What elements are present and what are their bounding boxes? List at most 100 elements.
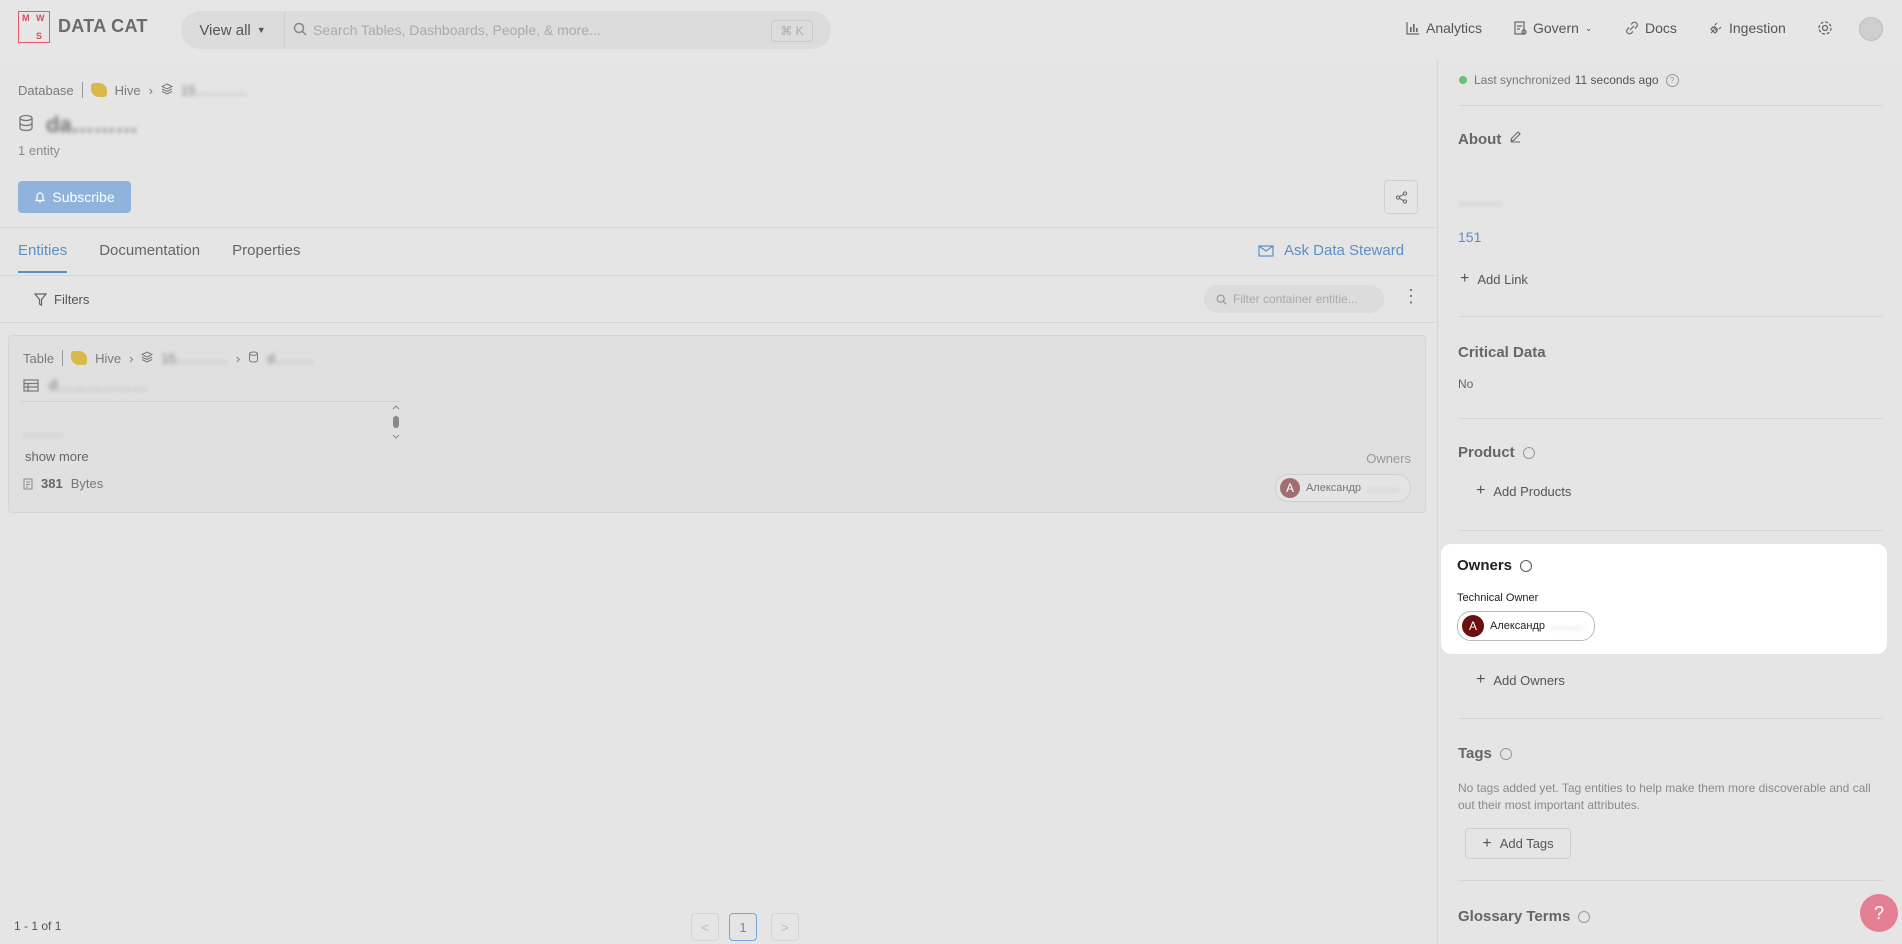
share-button[interactable] <box>1384 180 1418 214</box>
breadcrumb-database[interactable]: Database <box>18 83 74 98</box>
sync-value: 11 seconds ago <box>1574 73 1659 87</box>
more-options-icon[interactable]: ⋮ <box>1402 286 1420 307</box>
entity-name: d……………… <box>49 377 148 394</box>
divider <box>1458 530 1883 531</box>
tags-heading: Tags <box>1458 745 1492 762</box>
add-tags-label: Add Tags <box>1499 836 1554 851</box>
search-shortcut-badge: ⌘ K <box>771 20 813 42</box>
logo-letter-s: S <box>36 31 43 41</box>
breadcrumb-schema[interactable]: 15………… <box>181 83 247 98</box>
database-icon <box>248 351 259 366</box>
table-icon <box>23 379 39 392</box>
edit-pencil-icon[interactable] <box>1509 130 1522 148</box>
divider <box>0 275 1436 276</box>
file-size-icon <box>23 478 33 489</box>
tab-documentation[interactable]: Documentation <box>99 242 200 273</box>
entity-size: 381 Bytes <box>23 476 103 491</box>
filters-button[interactable]: Filters <box>34 292 89 307</box>
chevron-right-icon: › <box>235 350 241 366</box>
top-bar: M W S DATA CAT View all ▼ ⌘ K Analytics … <box>0 0 1902 60</box>
plus-icon: + <box>1482 834 1492 852</box>
divider <box>1458 880 1883 881</box>
nav-ingestion[interactable]: Ingestion <box>1709 20 1786 36</box>
nav-analytics[interactable]: Analytics <box>1406 20 1482 36</box>
entity-card[interactable]: Table Hive › 15………… › d……… d……………… ……… s… <box>8 335 1426 513</box>
filter-container-input[interactable]: Filter container entitie... <box>1204 285 1384 313</box>
entity-count: 1 entity <box>18 143 60 158</box>
ask-data-steward-button[interactable]: Ask Data Steward <box>1258 242 1404 259</box>
user-avatar[interactable] <box>1859 17 1883 41</box>
divider <box>1458 418 1883 419</box>
critical-data-value: No <box>1458 377 1474 391</box>
nav-docs[interactable]: Docs <box>1625 20 1677 36</box>
plus-icon: + <box>1460 270 1470 287</box>
breadcrumb-service[interactable]: Hive <box>115 83 141 98</box>
share-icon <box>1395 190 1407 204</box>
clock-icon <box>1522 446 1535 459</box>
hive-icon <box>90 83 107 97</box>
show-more-link[interactable]: show more <box>25 449 89 464</box>
resize-handle[interactable] <box>391 404 401 440</box>
brand-logo[interactable]: M W S <box>18 11 50 43</box>
help-circle-icon[interactable]: ? <box>1665 73 1679 87</box>
technical-owner-chip[interactable]: A Александр ……… <box>1457 611 1596 641</box>
add-products-button[interactable]: + Add Products <box>1476 482 1571 500</box>
tab-properties[interactable]: Properties <box>232 242 300 273</box>
pagination-next-button[interactable]: > <box>771 913 799 941</box>
nav-govern[interactable]: Govern ⌄ <box>1514 20 1592 36</box>
plus-icon: + <box>1476 671 1486 688</box>
settings-gear-icon[interactable] <box>1817 20 1833 41</box>
hive-icon <box>71 351 88 365</box>
owner-chip[interactable]: A Александр ……… <box>1274 474 1411 502</box>
brand-name[interactable]: DATA CAT <box>58 16 148 37</box>
glossary-terms-heading: Glossary Terms <box>1458 908 1571 925</box>
pagination-page-1[interactable]: 1 <box>729 913 757 941</box>
sync-status: Last synchronized 11 seconds ago ? <box>1459 73 1679 87</box>
divider <box>21 401 401 402</box>
add-tags-button[interactable]: + Add Tags <box>1465 828 1571 859</box>
entity-schema[interactable]: 15………… <box>161 351 227 366</box>
chevron-down-icon: ⌄ <box>1584 22 1593 33</box>
divider <box>0 227 1436 228</box>
nav-analytics-label: Analytics <box>1426 20 1483 36</box>
link-icon <box>1626 21 1638 35</box>
logo-letter-w: W <box>36 13 45 23</box>
divider <box>1458 316 1883 317</box>
entity-breadcrumb: Table Hive › 15………… › d……… <box>23 350 313 366</box>
pagination-prev-button[interactable]: < <box>691 913 719 941</box>
bar-chart-icon <box>1406 22 1419 35</box>
tags-empty-text: No tags added yet. Tag entities to help … <box>1458 781 1871 812</box>
critical-data-heading: Critical Data <box>1458 344 1546 361</box>
add-products-label: Add Products <box>1493 483 1572 499</box>
divider <box>0 322 1436 323</box>
owner-surname: ……… <box>1367 482 1400 494</box>
owners-section-header: Owners <box>1457 557 1533 574</box>
add-owners-button[interactable]: + Add Owners <box>1476 671 1565 689</box>
nav-govern-label: Govern <box>1533 20 1579 36</box>
plug-icon <box>1710 22 1722 34</box>
global-search: View all ▼ ⌘ K <box>181 11 831 49</box>
about-link[interactable]: 151 <box>1458 229 1481 245</box>
add-link-button[interactable]: + Add Link <box>1460 270 1528 288</box>
entity-type: Table <box>23 350 55 366</box>
breadcrumb-separator <box>62 350 64 366</box>
logo-letter-m: M <box>22 13 30 23</box>
search-icon <box>1216 294 1227 305</box>
sync-status-dot <box>1459 76 1467 84</box>
size-value: 381 <box>41 476 63 491</box>
entity-database[interactable]: d……… <box>267 351 313 366</box>
search-input[interactable] <box>311 21 735 39</box>
entity-title[interactable]: d……………… <box>23 377 147 394</box>
entity-service[interactable]: Hive <box>95 351 121 366</box>
help-button[interactable]: ? <box>1860 894 1898 932</box>
view-all-dropdown[interactable]: View all ▼ <box>181 11 285 49</box>
database-icon <box>18 114 34 137</box>
divider <box>1458 105 1883 106</box>
nav-docs-label: Docs <box>1645 20 1677 36</box>
search-icon <box>293 22 307 41</box>
subscribe-button[interactable]: Subscribe <box>18 181 131 213</box>
breadcrumb-separator <box>81 82 83 98</box>
tab-entities[interactable]: Entities <box>18 242 68 273</box>
clock-icon <box>1499 747 1512 760</box>
size-unit: Bytes <box>70 476 104 491</box>
